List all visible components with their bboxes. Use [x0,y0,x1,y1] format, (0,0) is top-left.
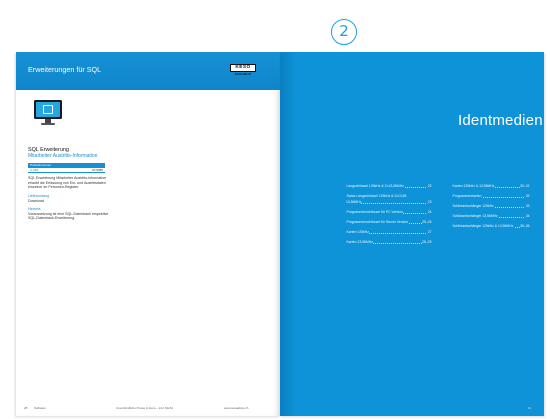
logo-assa-text: ASSA ABLOY [234,73,252,76]
toc-entry-title: Karten 13,56MHz [346,240,374,244]
toc-entry-page: 30–31 [519,184,530,188]
toc-entry-title: Programmierschlüssel für PC Version [346,210,404,214]
toc-entry-title: Swiss Langschlüssel 125kHz & 2x13,56 [346,194,407,198]
table-row-label: A-SMI [30,167,39,172]
logo-keso-text: KESO [230,64,256,72]
toc-entry-page: 32 [525,194,530,198]
toc-entry-page: 33 [525,204,530,208]
toc-entry-title: Programmierschlüssel für Server Version [346,220,409,224]
product-number-table: Produktnummer A-SMI ST.5085 [28,163,105,173]
right-page-footer-number: 11 [528,406,532,410]
toc-entry[interactable]: Swiss Langschlüssel 125kHz & 2x13,56 13,… [346,194,432,210]
toc-entry-page: 27 [427,230,432,234]
toc-entry[interactable]: Karten 125kHz & 13,56MHz 30–31 [452,184,530,194]
toc-entry-title: Karten 125kHz & 13,56MHz [452,184,496,188]
toc-entry-page: 22 [427,184,432,188]
product-subtitle: Mitarbeiter Austritts-Information [28,153,98,159]
toc-entry-page: 28–29 [421,240,432,244]
table-row: A-SMI ST.5085 [28,167,105,173]
description-line: SQL Erweiterung Mitarbeiter Austritts-In… [28,176,107,180]
delivery-label: Lieferumfang [28,194,49,198]
footer-section: Software [34,406,46,410]
toc-entry[interactable]: Programmierkarten 32 [452,194,530,204]
toc-entry-title: Langschlüssel 125kHz & 2×13,56MHz [346,184,405,188]
product-description: SQL Erweiterung Mitarbeiter Austritts-In… [28,176,106,190]
toc-entry[interactable]: Programmierschlüssel für PC Version 24 [346,210,432,220]
toc-entry-page: 34 [525,214,530,218]
toc-entry-page: 35–36 [519,224,530,228]
toc-entry[interactable]: Karten 125kHz 27 [346,230,432,240]
description-line: einzelner im Personen-Register. [28,185,80,190]
note-block: Hinweis Voraussetzung ist eine SQL-Daten… [28,207,108,221]
footer-center: Unverbindliche Preise in Euro – inkl. Mw… [116,406,174,410]
footer-website: www.assaabloy.ch [224,406,249,410]
toc-entry-page: 24 [427,210,432,214]
table-row-value: ST.5085 [91,167,103,172]
note-line: SQL-Datenbank-Erweiterung. [28,216,76,221]
toc-column-left: Langschlüssel 125kHz & 2×13,56MHz 22 Swi… [346,184,432,250]
toc-entry-title: Schlüsselanhänger 125kHz & 13,56MHz [452,224,514,228]
toc-entry-title-line2: 13,56MHz [346,200,362,204]
delivery-value: Download [28,198,44,203]
toc-entry[interactable]: Schlüsselanhänger 13,56MHz 34 [452,214,530,224]
step-marker: 2 [331,19,357,45]
toc-entry-page: 23 [427,200,432,204]
toc-entry-title: Schlüsselanhänger 125kHz [452,204,495,208]
toc-entry-page: 25–26 [421,220,432,224]
right-page-title: Identmedien [458,112,543,129]
toc-entry[interactable]: Programmierschlüssel für Server Version … [346,220,432,230]
left-page-title: Erweiterungen für SQL [28,65,102,74]
toc-entry-title: Karten 125kHz [346,230,370,234]
toc-entry-title: Schlüsselanhänger 13,56MHz [452,214,499,218]
keso-logo: KESO ASSA ABLOY [230,64,256,76]
right-page: Identmedien 2 Langschlüssel 125kHz & 2×1… [280,52,550,416]
monitor-icon [34,100,62,126]
toc-entry[interactable]: Langschlüssel 125kHz & 2×13,56MHz 22 [346,184,432,194]
toc-entry[interactable]: Schlüsselanhänger 125kHz & 13,56MHz 35–3… [452,224,530,234]
toc-column-right: Karten 125kHz & 13,56MHz 30–31 Programmi… [452,184,530,234]
footer-page-number: 28 [24,406,28,410]
toc-entry-title: Programmierkarten [452,194,483,198]
toc-entry[interactable]: Schlüsselanhänger 125kHz 33 [452,204,530,214]
brochure-spread: Erweiterungen für SQL KESO ASSA ABLOY SQ… [16,52,550,416]
left-page: Erweiterungen für SQL KESO ASSA ABLOY SQ… [16,52,280,416]
toc-entry[interactable]: Karten 13,56MHz 28–29 [346,240,432,250]
delivery-block: Lieferumfang Download [28,194,49,203]
